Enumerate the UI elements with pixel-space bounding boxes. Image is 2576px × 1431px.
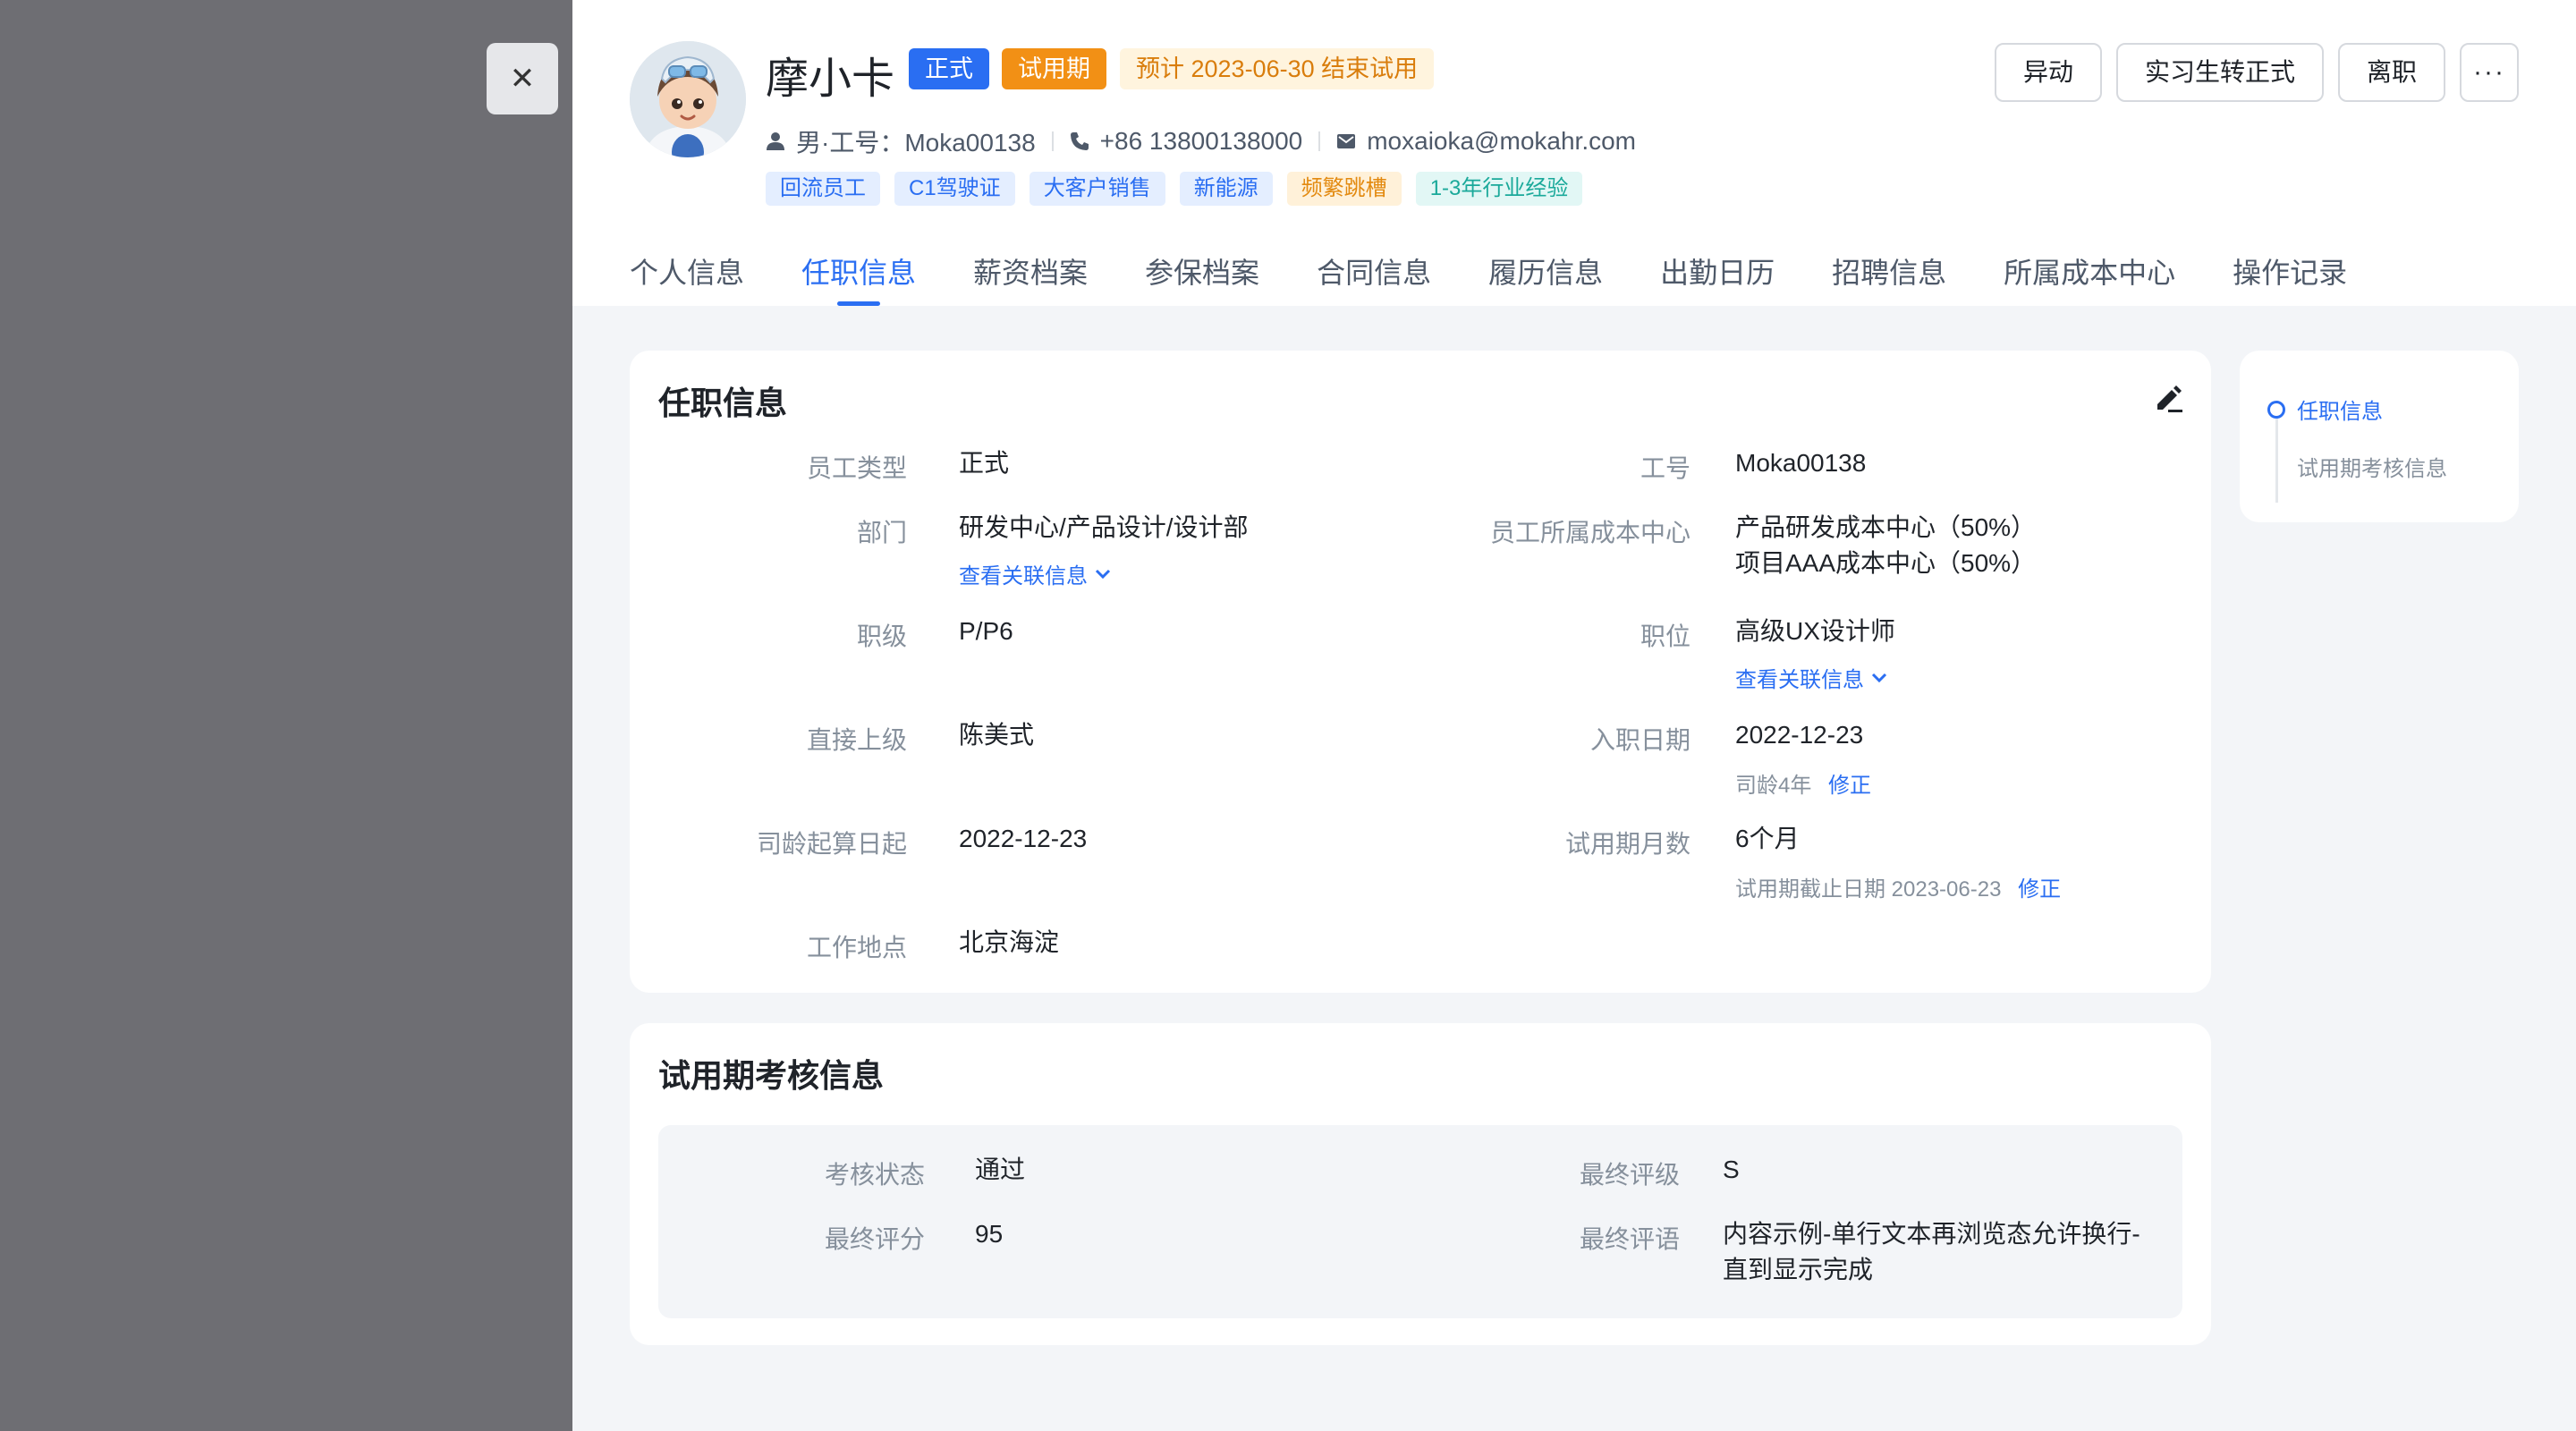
tag-chip: C1驾驶证 <box>894 172 1015 206</box>
view-related-info-link[interactable]: 查看关联信息 <box>1735 662 1887 693</box>
final-grade: S <box>1723 1156 1740 1183</box>
trial-badge: 试用期 <box>1002 48 1106 89</box>
position: 高级UX设计师 <box>1735 617 1895 645</box>
work-location: 北京海淀 <box>959 928 1060 956</box>
trial-end-text: 试用期截止日期 2023-06-23 <box>1735 877 2002 902</box>
divider <box>1318 131 1321 151</box>
card-title: 任职信息 <box>658 385 788 421</box>
anchor-nav: 任职信息 试用期考核信息 <box>2240 351 2519 522</box>
employee-tags: 回流员工 C1驾驶证 大客户销售 新能源 频繁跳槽 1-3年行业经验 <box>766 172 1583 206</box>
trial-end-date-note: 试用期截止日期 2023-06-23 修正 <box>1735 871 2061 902</box>
phone-number: +86 13800138000 <box>1099 127 1303 155</box>
email-address: moxaioka@mokahr.com <box>1367 127 1636 155</box>
trial-end-note: 预计 2023-06-30 结束试用 <box>1120 48 1435 89</box>
field-label: 职级 <box>856 622 907 650</box>
employee-name: 摩小卡 <box>766 55 895 103</box>
field-label: 直接上级 <box>806 726 907 754</box>
phone-icon <box>1070 131 1089 151</box>
field-label: 工作地点 <box>806 934 907 961</box>
tenure-start: 2022-12-23 <box>959 825 1088 852</box>
more-icon: ··· <box>2473 57 2505 87</box>
mail-icon <box>1336 133 1356 149</box>
tab-contract[interactable]: 合同信息 <box>1317 250 1431 306</box>
tab-insurance[interactable]: 参保档案 <box>1145 250 1259 306</box>
field-label: 最终评语 <box>1579 1225 1680 1253</box>
field-label: 考核状态 <box>824 1161 925 1189</box>
rank: P/P6 <box>959 617 1013 645</box>
tab-job-info[interactable]: 任职信息 <box>801 250 916 306</box>
fix-tenure-link[interactable]: 修正 <box>1828 774 1871 798</box>
field-label: 入职日期 <box>1589 726 1690 754</box>
tab-cost-center[interactable]: 所属成本中心 <box>2004 250 2175 306</box>
chevron-down-icon <box>1871 673 1887 683</box>
tenure-text: 司龄4年 <box>1735 774 1812 798</box>
field-label: 职位 <box>1640 622 1690 650</box>
probation-review-card: 试用期考核信息 考核状态 通过 最终评级 S 最终评分 95 最终评语 内容示例… <box>630 1023 2211 1345</box>
tab-attendance[interactable]: 出勤日历 <box>1660 250 1775 306</box>
employee-no: Moka00138 <box>1735 449 1867 477</box>
avatar <box>630 41 746 157</box>
divider <box>1051 131 1054 151</box>
gender-employee-no: 男·工号：Moka00138 <box>796 129 1036 157</box>
header-actions: 异动 实习生转正式 离职 ··· <box>1994 43 2519 102</box>
field-label: 员工所属成本中心 <box>1489 519 1690 546</box>
final-comment-line-1: 内容示例-单行文本再浏览态允许换行- <box>1723 1220 2140 1248</box>
cost-center-1: 产品研发成本中心（50%） <box>1735 513 2037 541</box>
final-score: 95 <box>975 1220 1004 1248</box>
user-icon <box>766 131 785 151</box>
field-label: 试用期月数 <box>1564 830 1690 858</box>
profile-tabs: 个人信息 任职信息 薪资档案 参保档案 合同信息 履历信息 出勤日历 招聘信息 … <box>630 250 2347 306</box>
tab-personal-info[interactable]: 个人信息 <box>630 250 744 306</box>
card-title: 试用期考核信息 <box>658 1057 885 1094</box>
convert-to-regular-button[interactable]: 实习生转正式 <box>2115 43 2324 102</box>
tenure-note: 司龄4年 修正 <box>1735 767 1871 799</box>
contact-line: 男·工号：Moka00138 +86 13800138000 moxaioka@… <box>766 123 1636 159</box>
status-badge: 正式 <box>909 48 989 89</box>
tag-chip: 回流员工 <box>766 172 880 206</box>
tag-chip: 1-3年行业经验 <box>1415 172 1583 206</box>
tab-resume[interactable]: 履历信息 <box>1488 250 1603 306</box>
modal-backdrop[interactable]: ✕ <box>0 0 572 1431</box>
field-label: 最终评分 <box>824 1225 925 1253</box>
cost-center-2: 项目AAA成本中心（50%） <box>1735 549 2037 577</box>
review-status: 通过 <box>975 1156 1026 1183</box>
anchor-item-job-info[interactable]: 任职信息 <box>2297 394 2383 425</box>
transfer-button[interactable]: 异动 <box>1994 43 2102 102</box>
employee-detail-panel: 摩小卡 正式 试用期 预计 2023-06-30 结束试用 男·工号：Moka0… <box>572 0 2576 1431</box>
field-label: 工号 <box>1640 454 1690 482</box>
chevron-down-icon <box>1095 569 1111 580</box>
field-label: 最终评级 <box>1579 1161 1680 1189</box>
link-label: 查看关联信息 <box>1735 668 1864 692</box>
profile-header: 摩小卡 正式 试用期 预计 2023-06-30 结束试用 男·工号：Moka0… <box>572 0 2576 306</box>
hire-date: 2022-12-23 <box>1735 721 1864 749</box>
field-label: 员工类型 <box>806 454 907 482</box>
field-label: 部门 <box>856 519 907 546</box>
tag-chip: 频繁跳槽 <box>1286 172 1402 206</box>
anchor-active-dot <box>2267 401 2285 419</box>
field-label: 司龄起算日起 <box>756 830 907 858</box>
link-label: 查看关联信息 <box>959 564 1088 588</box>
tag-chip: 新能源 <box>1179 172 1273 206</box>
close-button[interactable]: ✕ <box>487 43 558 114</box>
final-comment-line-2: 直到显示完成 <box>1723 1256 1874 1283</box>
view-related-info-link[interactable]: 查看关联信息 <box>959 558 1111 589</box>
anchor-item-probation-review[interactable]: 试用期考核信息 <box>2297 451 2447 482</box>
tab-salary[interactable]: 薪资档案 <box>973 250 1088 306</box>
more-actions-button[interactable]: ··· <box>2460 43 2519 102</box>
tag-chip: 大客户销售 <box>1029 172 1165 206</box>
tab-operation-log[interactable]: 操作记录 <box>2233 250 2347 306</box>
close-icon: ✕ <box>509 62 536 96</box>
department: 研发中心/产品设计/设计部 <box>959 513 1249 541</box>
anchor-track <box>2275 410 2278 503</box>
tab-recruitment[interactable]: 招聘信息 <box>1832 250 1946 306</box>
review-details: 考核状态 通过 最终评级 S 最终评分 95 最终评语 内容示例-单行文本再浏览… <box>658 1125 2182 1318</box>
resign-button[interactable]: 离职 <box>2337 43 2445 102</box>
fix-trial-link[interactable]: 修正 <box>2018 877 2061 902</box>
employee-type: 正式 <box>959 449 1010 477</box>
job-info-card: 任职信息 员工类型 正式 工号 Moka00138 部门 研发中心/产品设计/设… <box>630 351 2211 993</box>
edit-icon[interactable] <box>2154 383 2184 413</box>
manager: 陈美式 <box>959 721 1035 749</box>
trial-months: 6个月 <box>1735 825 1800 852</box>
